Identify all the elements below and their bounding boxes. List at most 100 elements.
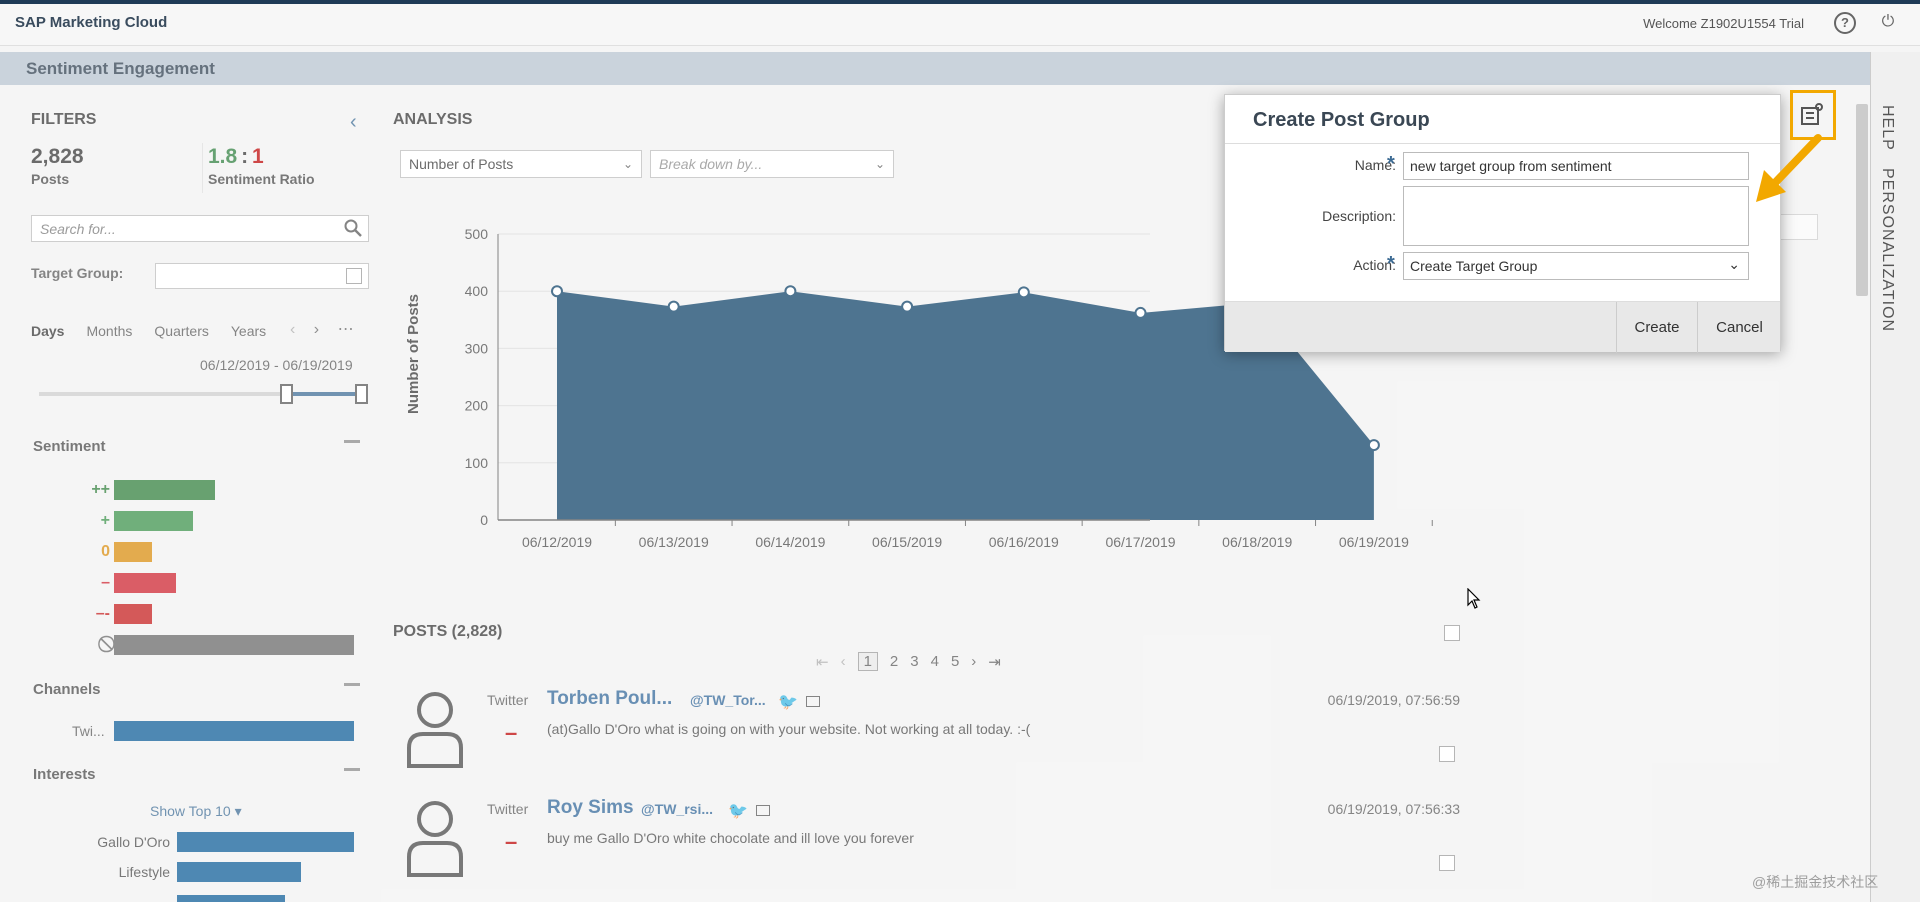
- show-top-dropdown[interactable]: Show Top 10 ▾: [150, 803, 242, 820]
- interest-bar[interactable]: [177, 832, 354, 852]
- prev-page-icon[interactable]: ‹: [841, 653, 846, 670]
- contact-card-icon[interactable]: [756, 805, 770, 816]
- sentiment-row[interactable]: 0: [80, 542, 152, 562]
- interest-label: Gallo D'Oro: [97, 834, 170, 850]
- slider-end-handle[interactable]: [355, 384, 368, 404]
- help-tab[interactable]: HELP: [1878, 105, 1896, 151]
- page-title: Sentiment Engagement: [26, 59, 215, 78]
- post-date: 06/19/2019, 07:56:59: [1327, 692, 1460, 708]
- search-field[interactable]: [31, 215, 369, 242]
- sentiment-label: 0: [101, 543, 110, 560]
- select-all-checkbox[interactable]: [1444, 625, 1460, 641]
- posts-kpi[interactable]: 2,828 Posts: [31, 145, 84, 187]
- post-text: buy me Gallo D'Oro white chocolate and i…: [547, 830, 914, 846]
- breakdown-select[interactable]: Break down by... ⌄: [650, 150, 894, 178]
- sentiment-row[interactable]: ⃠: [80, 635, 354, 655]
- date-from: 06/12/2019: [200, 357, 271, 373]
- post-handle[interactable]: @TW_rsi...: [641, 801, 713, 817]
- post-checkbox[interactable]: [1439, 746, 1455, 762]
- sentiment-bar[interactable]: [114, 480, 215, 500]
- sentiment-bar[interactable]: [114, 511, 193, 531]
- action-select[interactable]: Create Target Group ⌄: [1403, 252, 1749, 280]
- channels-title: Channels: [33, 681, 101, 698]
- sentiment-bar[interactable]: [114, 635, 354, 655]
- x-tick-label: 06/17/2019: [1105, 534, 1175, 550]
- period-nav: ‹ › ⋯: [290, 319, 368, 339]
- create-button[interactable]: Create: [1616, 302, 1697, 353]
- measure-select-value: Number of Posts: [409, 156, 514, 172]
- personalization-tab[interactable]: PERSONALIZATION: [1878, 168, 1896, 332]
- sentiment-bar[interactable]: [114, 604, 152, 624]
- collapse-interests-icon[interactable]: [344, 768, 360, 771]
- next-page-icon[interactable]: ›: [971, 653, 976, 670]
- target-group-label: Target Group:: [31, 265, 124, 281]
- scrollbar[interactable]: [1856, 104, 1868, 296]
- sentiment-bar[interactable]: [114, 573, 176, 593]
- post-item[interactable]: Twitter – Torben Poul... @TW_Tor... 🐦 06…: [393, 680, 1460, 788]
- data-point: [1367, 439, 1380, 452]
- post-author[interactable]: Torben Poul...: [547, 688, 672, 710]
- settings-icon[interactable]: [1798, 100, 1826, 128]
- logout-icon[interactable]: ⏻: [1878, 12, 1898, 32]
- post-author[interactable]: Roy Sims: [547, 797, 634, 819]
- cancel-button[interactable]: Cancel: [1697, 302, 1781, 353]
- search-input[interactable]: [32, 216, 332, 241]
- collapse-sentiment-icon[interactable]: [344, 440, 360, 443]
- measure-select[interactable]: Number of Posts ⌄: [400, 150, 642, 178]
- sentiment-bar[interactable]: [114, 542, 152, 562]
- first-page-icon[interactable]: ⇤: [816, 653, 829, 671]
- chevron-down-icon: ⌄: [874, 157, 885, 171]
- value-help-icon[interactable]: [346, 268, 362, 284]
- post-checkbox[interactable]: [1439, 855, 1455, 871]
- x-tick-label: 06/13/2019: [639, 534, 709, 550]
- sentiment-ratio-kpi[interactable]: 1.8 : 1 Sentiment Ratio: [208, 145, 315, 187]
- y-tick-label: 400: [465, 283, 489, 299]
- data-point: [667, 300, 680, 313]
- sentiment-row[interactable]: +: [80, 511, 193, 531]
- description-field[interactable]: [1403, 186, 1749, 246]
- tab-years[interactable]: Years: [231, 323, 266, 339]
- page-2[interactable]: 2: [890, 653, 898, 670]
- welcome-text[interactable]: Welcome Z1902U1554 Trial: [1643, 16, 1804, 31]
- tab-months[interactable]: Months: [86, 323, 132, 339]
- contact-card-icon[interactable]: [806, 696, 820, 707]
- x-tick-label: 06/14/2019: [755, 534, 825, 550]
- post-item[interactable]: Twitter – Roy Sims @TW_rsi... 🐦 06/19/20…: [393, 789, 1460, 897]
- tab-days[interactable]: Days: [31, 323, 64, 339]
- prev-period-icon[interactable]: ‹: [290, 321, 295, 338]
- y-tick-label: 300: [465, 340, 489, 356]
- twitter-icon: 🐦: [728, 803, 748, 820]
- search-icon[interactable]: [344, 219, 362, 237]
- page-5[interactable]: 5: [951, 653, 959, 670]
- page-1[interactable]: 1: [857, 652, 878, 671]
- collapse-channels-icon[interactable]: [344, 683, 360, 686]
- page-4[interactable]: 4: [931, 653, 939, 670]
- sentiment-row[interactable]: –-: [80, 604, 152, 624]
- sentiment-row[interactable]: ++: [80, 480, 215, 500]
- data-point: [1017, 286, 1030, 299]
- collapse-filters-icon[interactable]: ‹: [350, 111, 357, 134]
- next-period-icon[interactable]: ›: [314, 321, 319, 338]
- data-point: [551, 285, 563, 298]
- post-sentiment: –: [505, 720, 518, 745]
- interest-bar[interactable]: [177, 895, 285, 902]
- help-icon[interactable]: ?: [1834, 12, 1856, 34]
- interest-bar[interactable]: [177, 862, 301, 882]
- channel-bar-twitter[interactable]: [114, 721, 354, 741]
- page-3[interactable]: 3: [910, 653, 918, 670]
- filters-title: FILTERS: [31, 111, 97, 128]
- y-tick-label: 500: [465, 226, 489, 242]
- more-icon[interactable]: ⋯: [338, 321, 354, 338]
- x-tick-label: 06/16/2019: [989, 534, 1059, 550]
- last-page-icon[interactable]: ⇥: [988, 653, 1001, 671]
- app-brand[interactable]: SAP Marketing Cloud: [15, 14, 167, 31]
- name-field[interactable]: [1403, 152, 1749, 180]
- post-handle[interactable]: @TW_Tor...: [690, 692, 766, 708]
- slider-start-handle[interactable]: [280, 384, 293, 404]
- description-label: Description:: [1322, 208, 1396, 224]
- post-date: 06/19/2019, 07:56:33: [1327, 801, 1460, 817]
- sentiment-label: +: [100, 512, 110, 529]
- target-group-input[interactable]: [155, 263, 369, 289]
- tab-quarters[interactable]: Quarters: [154, 323, 208, 339]
- sentiment-row[interactable]: –: [80, 573, 176, 593]
